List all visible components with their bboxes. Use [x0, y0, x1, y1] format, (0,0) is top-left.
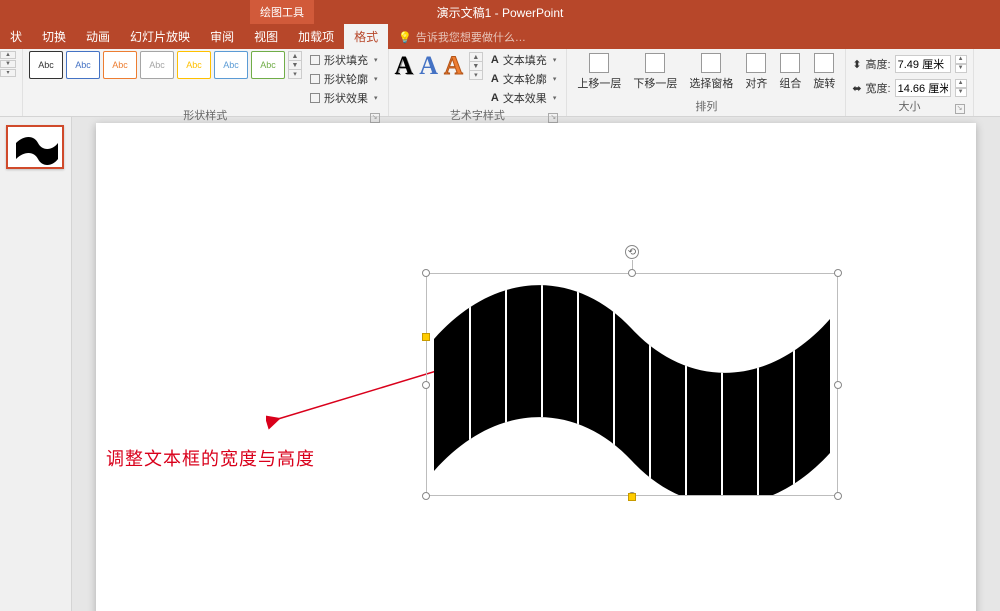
wordart-style-3[interactable]: A	[444, 51, 463, 81]
ribbon: ▲▼▾ Abc Abc Abc Abc Abc Abc Abc ▲▼▾ 形状填充…	[0, 49, 1000, 117]
group-label-shape-styles: 形状样式	[183, 110, 227, 122]
tell-me-placeholder: 告诉我您想要做什么…	[416, 29, 526, 45]
selected-shape-bounding-box[interactable]: ⟲	[426, 273, 838, 496]
width-label: 宽度:	[866, 80, 891, 96]
text-fill-button[interactable]: A文本填充▾	[487, 51, 560, 69]
height-input[interactable]	[895, 55, 951, 73]
group-insert-shapes: ▲▼▾	[0, 49, 23, 116]
outline-icon	[310, 74, 320, 84]
group-wordart-styles: A A A ▲▼▾ A文本填充▾ A文本轮廓▾ A文本效果▾ 艺术字样式↘	[389, 49, 568, 116]
ribbon-tabs: 状 切换 动画 幻灯片放映 审阅 视图 加载项 格式 💡 告诉我您想要做什么…	[0, 24, 1000, 49]
text-outline-button[interactable]: A文本轮廓▾	[487, 70, 560, 88]
rotation-handle[interactable]: ⟲	[625, 245, 639, 259]
wordart-launcher[interactable]: ↘	[548, 113, 558, 123]
selection-pane-icon	[701, 53, 721, 73]
text-effects-button[interactable]: A文本效果▾	[487, 89, 560, 107]
shape-style-swatch[interactable]: Abc	[140, 51, 174, 79]
shape-style-swatch[interactable]: Abc	[177, 51, 211, 79]
align-button[interactable]: 对齐	[741, 51, 771, 93]
size-launcher[interactable]: ↘	[955, 104, 965, 114]
shape-style-gallery-more[interactable]: ▲▼▾	[288, 51, 302, 79]
shape-style-swatch[interactable]: Abc	[103, 51, 137, 79]
wordart-gallery[interactable]: A A A ▲▼▾	[395, 51, 483, 81]
width-spin-up[interactable]: ▲	[955, 79, 967, 88]
rotate-button[interactable]: 旋转	[809, 51, 839, 93]
width-input[interactable]	[895, 79, 951, 97]
tab-animations[interactable]: 动画	[76, 24, 120, 49]
height-spin-down[interactable]: ▼	[955, 64, 967, 73]
tab-review[interactable]: 审阅	[200, 24, 244, 49]
tab-shapes-partial[interactable]: 状	[0, 24, 32, 49]
width-spin-down[interactable]: ▼	[955, 88, 967, 97]
shape-effects-button[interactable]: 形状效果▾	[306, 89, 382, 107]
resize-handle-l[interactable]	[422, 381, 430, 389]
shape-outline-button[interactable]: 形状轮廓▾	[306, 70, 382, 88]
resize-handle-bl[interactable]	[422, 492, 430, 500]
shape-style-swatch[interactable]: Abc	[66, 51, 100, 79]
tab-addins[interactable]: 加载项	[288, 24, 344, 49]
slide-thumbnails-panel	[0, 117, 72, 611]
tab-transitions[interactable]: 切换	[32, 24, 76, 49]
shape-fill-button[interactable]: 形状填充▾	[306, 51, 382, 69]
shape-style-swatch[interactable]: Abc	[251, 51, 285, 79]
text-outline-icon: A	[491, 73, 499, 85]
width-icon: ⬌	[852, 82, 861, 95]
group-label-size: 大小	[898, 101, 920, 113]
text-effects-icon: A	[491, 92, 499, 104]
height-label: 高度:	[866, 56, 891, 72]
text-fill-icon: A	[491, 54, 499, 66]
thumbnail-shape-icon	[14, 133, 60, 165]
tab-format[interactable]: 格式	[344, 24, 388, 49]
slide-canvas[interactable]: 调整文本框的宽度与高度 ⟲	[96, 123, 976, 611]
shape-style-swatch[interactable]: Abc	[29, 51, 63, 79]
fill-icon	[310, 55, 320, 65]
selection-pane-button[interactable]: 选择窗格	[685, 51, 737, 93]
group-label-wordart: 艺术字样式	[450, 110, 505, 122]
wordart-gallery-more[interactable]: ▲▼▾	[469, 52, 483, 80]
wordart-style-2[interactable]: A	[419, 51, 438, 81]
selection-border	[426, 273, 838, 496]
shape-style-gallery[interactable]: Abc Abc Abc Abc Abc Abc Abc ▲▼▾	[29, 51, 302, 79]
align-icon	[746, 53, 766, 73]
shape-styles-launcher[interactable]: ↘	[370, 113, 380, 123]
contextual-tab-drawing-tools: 绘图工具	[250, 0, 314, 24]
adjust-handle-1[interactable]	[422, 333, 430, 341]
resize-handle-br[interactable]	[834, 492, 842, 500]
insert-shapes-more[interactable]: ▲▼▾	[0, 51, 16, 77]
rotate-icon	[814, 53, 834, 73]
resize-handle-r[interactable]	[834, 381, 842, 389]
resize-handle-tl[interactable]	[422, 269, 430, 277]
document-title: 演示文稿1 - PowerPoint	[437, 4, 564, 21]
group-icon	[780, 53, 800, 73]
bring-forward-button[interactable]: 上移一层	[573, 51, 625, 93]
tell-me-search[interactable]: 💡 告诉我您想要做什么…	[398, 29, 526, 49]
shape-style-swatch[interactable]: Abc	[214, 51, 248, 79]
effects-icon	[310, 93, 320, 103]
resize-handle-t[interactable]	[628, 269, 636, 277]
group-arrange: 上移一层 下移一层 选择窗格 对齐 组合 旋转 排列	[567, 49, 846, 116]
tab-slideshow[interactable]: 幻灯片放映	[120, 24, 200, 49]
slide-thumbnail-1[interactable]	[6, 125, 64, 169]
tab-view[interactable]: 视图	[244, 24, 288, 49]
lightbulb-icon: 💡	[398, 31, 412, 44]
send-backward-button[interactable]: 下移一层	[629, 51, 681, 93]
group-size: ⬍ 高度: ▲▼ ⬌ 宽度: ▲▼ 大小↘	[846, 49, 973, 116]
height-icon: ⬍	[852, 58, 861, 71]
wordart-style-1[interactable]: A	[395, 51, 414, 81]
send-backward-icon	[645, 53, 665, 73]
group-button[interactable]: 组合	[775, 51, 805, 93]
resize-handle-tr[interactable]	[834, 269, 842, 277]
group-shape-styles: Abc Abc Abc Abc Abc Abc Abc ▲▼▾ 形状填充▾ 形状…	[23, 49, 389, 116]
bring-forward-icon	[589, 53, 609, 73]
workspace: 调整文本框的宽度与高度 ⟲	[0, 117, 1000, 611]
adjust-handle-2[interactable]	[628, 493, 636, 501]
title-bar: 绘图工具 演示文稿1 - PowerPoint	[0, 0, 1000, 24]
height-spin-up[interactable]: ▲	[955, 55, 967, 64]
group-label-arrange: 排列	[695, 101, 717, 113]
slide-edit-area[interactable]: 调整文本框的宽度与高度 ⟲	[72, 117, 1000, 611]
annotation-text: 调整文本框的宽度与高度	[106, 445, 315, 471]
